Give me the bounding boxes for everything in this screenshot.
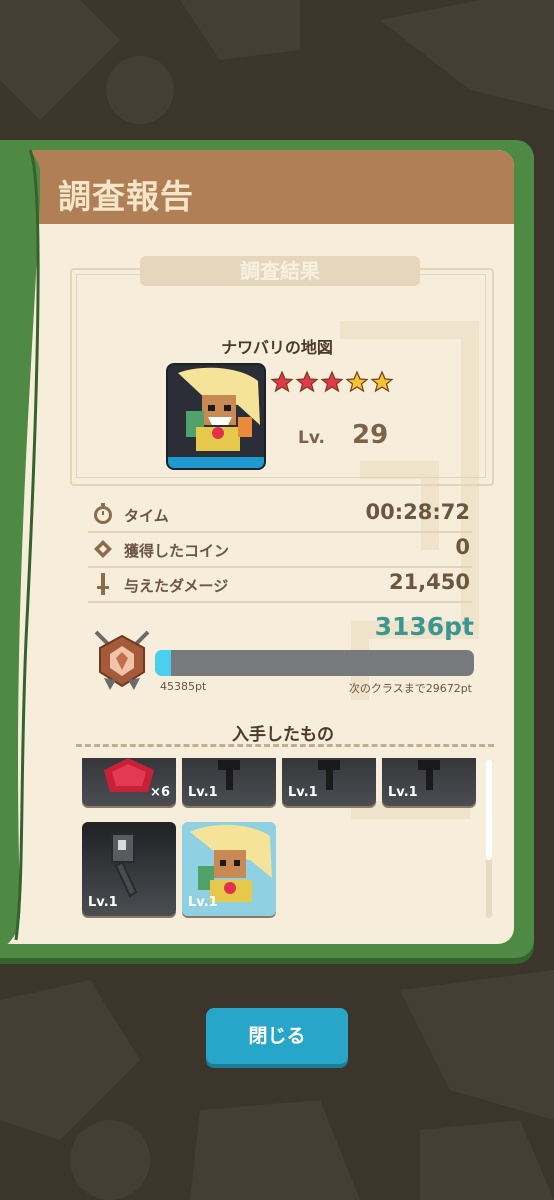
item-level: Lv.1 — [188, 785, 218, 800]
class-progress-bar — [155, 650, 474, 676]
bookmark-ribbon — [0, 140, 40, 950]
stat-row-time: タイム 00:28:72 — [88, 497, 472, 533]
stat-value: 21,450 — [388, 570, 470, 594]
item-level: Lv.1 — [288, 785, 318, 800]
points-to-next-class: 次のクラスまで29672pt — [348, 682, 472, 695]
item-quantity: ×6 — [150, 785, 170, 800]
page-header: 調査報告 — [0, 150, 514, 224]
stat-label: タイム — [124, 507, 169, 525]
map-name: ナワバリの地図 — [221, 338, 333, 357]
item-character[interactable]: Lv.1 — [182, 822, 276, 916]
coin-icon — [94, 540, 112, 558]
class-progress-fill — [155, 650, 171, 676]
result-section-title: 調査結果 — [140, 256, 420, 286]
obtained-title: 入手したもの — [232, 725, 334, 745]
level-value: 29 — [352, 420, 389, 450]
stat-row-damage: 与えたダメージ 21,450 — [88, 567, 472, 603]
items-scrollbar[interactable] — [486, 760, 492, 860]
item-weapon[interactable]: Lv.1 — [82, 822, 176, 916]
sword-icon — [97, 573, 109, 595]
close-button[interactable]: 閉じる — [206, 1008, 348, 1064]
stat-label: 与えたダメージ — [124, 577, 229, 595]
stopwatch-icon — [94, 503, 112, 524]
page-title: 調査報告 — [58, 177, 194, 216]
divider — [76, 744, 494, 747]
item-level: Lv.1 — [188, 895, 218, 910]
item-level: Lv.1 — [88, 895, 118, 910]
level-label: Lv. — [298, 428, 325, 448]
character-portrait — [168, 365, 264, 468]
current-total-points: 45385pt — [160, 680, 207, 693]
stat-value: 00:28:72 — [365, 500, 470, 524]
class-emblem-icon — [94, 630, 150, 690]
item-level: Lv.1 — [388, 785, 418, 800]
earned-points: 3136pt — [374, 612, 474, 641]
stat-value: 0 — [455, 535, 470, 559]
stat-label: 獲得したコイン — [124, 542, 230, 560]
rating-stars — [270, 370, 394, 393]
stat-row-coins: 獲得したコイン 0 — [88, 532, 472, 568]
